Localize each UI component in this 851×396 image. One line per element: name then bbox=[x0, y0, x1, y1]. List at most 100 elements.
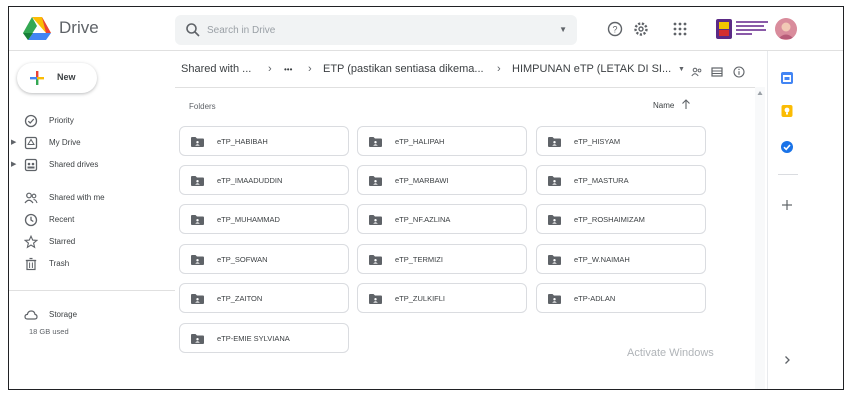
shared-folder-icon bbox=[369, 176, 382, 186]
search-bar[interactable]: ▼ bbox=[175, 15, 577, 45]
arrow-up-icon[interactable] bbox=[681, 98, 691, 110]
sidebar-item-label: Shared drives bbox=[49, 160, 99, 169]
university-logo[interactable] bbox=[716, 18, 772, 40]
trash-icon bbox=[25, 257, 37, 271]
sidebar-item-shared-with-me[interactable]: Shared with me bbox=[9, 187, 175, 209]
sidebar-item-my-drive[interactable]: ▶ My Drive bbox=[9, 132, 175, 154]
folder-item[interactable]: eTP_TERMIZI bbox=[357, 244, 527, 274]
sidebar-item-storage[interactable]: Storage bbox=[9, 304, 175, 326]
storage-used-text: 18 GB used bbox=[29, 327, 69, 336]
breadcrumb-item-etp[interactable]: ETP (pastikan sentiasa dikema... bbox=[323, 63, 484, 75]
scrollbar[interactable] bbox=[755, 87, 765, 389]
sidebar-item-label: Recent bbox=[49, 215, 75, 224]
chevron-down-icon[interactable]: ▼ bbox=[678, 66, 685, 73]
apps-grid-icon[interactable] bbox=[672, 21, 688, 37]
folder-item[interactable]: eTP_HISYAM bbox=[536, 126, 706, 156]
folder-item[interactable]: eTP_ZULKIFLI bbox=[357, 283, 527, 313]
shared-folder-icon bbox=[548, 137, 561, 147]
sidebar-item-starred[interactable]: Starred bbox=[9, 231, 175, 253]
app-name[interactable]: Drive bbox=[59, 18, 99, 38]
folder-item[interactable]: eTP-EMIE SYLVIANA bbox=[179, 323, 349, 353]
shared-folder-icon bbox=[369, 255, 382, 265]
breadcrumb-item-shared-with[interactable]: Shared with ... bbox=[181, 63, 251, 75]
folders-section-label: Folders bbox=[189, 102, 216, 111]
list-view-icon[interactable] bbox=[711, 66, 723, 78]
drive-logo-icon[interactable] bbox=[23, 16, 51, 40]
sidebar-item-label: Trash bbox=[49, 259, 70, 268]
chevron-right-icon: › bbox=[497, 63, 501, 75]
folder-item[interactable]: eTP_MUHAMMAD bbox=[179, 204, 349, 234]
folder-item[interactable]: eTP-ADLAN bbox=[536, 283, 706, 313]
shared-folder-icon bbox=[369, 215, 382, 225]
my-drive-icon bbox=[24, 136, 38, 150]
folder-name: eTP-ADLAN bbox=[574, 294, 616, 303]
caret-right-icon[interactable]: ▶ bbox=[11, 138, 16, 146]
breadcrumb-item-himpunan[interactable]: HIMPUNAN eTP (LETAK DI SI... bbox=[512, 63, 671, 75]
help-icon[interactable]: ? bbox=[607, 21, 623, 37]
header: Drive ▼ ? bbox=[9, 7, 843, 51]
sidebar-item-trash[interactable]: Trash bbox=[9, 253, 175, 275]
shared-folder-icon bbox=[191, 137, 204, 147]
sidebar-item-label: My Drive bbox=[49, 138, 81, 147]
sidebar-item-recent[interactable]: Recent bbox=[9, 209, 175, 231]
folder-item[interactable]: eTP_NF.AZLINA bbox=[357, 204, 527, 234]
search-icon[interactable] bbox=[185, 22, 201, 38]
sidebar-item-label: Storage bbox=[49, 310, 78, 319]
shared-folder-icon bbox=[369, 294, 382, 304]
shared-with-me-icon bbox=[24, 192, 38, 204]
shared-folder-icon bbox=[191, 215, 204, 225]
sidebar-item-label: Priority bbox=[49, 116, 74, 125]
scroll-up-icon[interactable] bbox=[757, 90, 763, 96]
folder-name: eTP_NF.AZLINA bbox=[395, 215, 451, 224]
shared-folder-icon bbox=[191, 294, 204, 304]
folder-item[interactable]: eTP_W.NAIMAH bbox=[536, 244, 706, 274]
keep-icon[interactable] bbox=[780, 104, 794, 118]
main-divider bbox=[175, 87, 755, 88]
folder-name: eTP_MARBAWI bbox=[395, 176, 449, 185]
folder-item[interactable]: eTP_HABIBAH bbox=[179, 126, 349, 156]
breadcrumb: Shared with ... › ••• › ETP (pastikan se… bbox=[9, 59, 749, 83]
sidebar-item-label: Shared with me bbox=[49, 193, 105, 202]
folder-name: eTP_W.NAIMAH bbox=[574, 255, 630, 264]
shared-folder-icon bbox=[691, 67, 702, 77]
search-options-icon[interactable]: ▼ bbox=[559, 25, 567, 34]
shared-drives-icon bbox=[24, 158, 38, 172]
shared-folder-icon bbox=[369, 137, 382, 147]
folder-item[interactable]: eTP_MASTURA bbox=[536, 165, 706, 195]
folder-item[interactable]: eTP_ROSHAIMIZAM bbox=[536, 204, 706, 234]
sidebar-item-label: Starred bbox=[49, 237, 76, 246]
shared-folder-icon bbox=[548, 294, 561, 304]
svg-text:?: ? bbox=[612, 25, 617, 35]
folder-name: eTP_SOFWAN bbox=[217, 255, 268, 264]
sidebar-divider bbox=[9, 290, 175, 291]
settings-icon[interactable] bbox=[633, 21, 649, 37]
folder-name: eTP_ZULKIFLI bbox=[395, 294, 446, 303]
plus-icon[interactable] bbox=[780, 198, 794, 212]
activate-windows-watermark: Activate Windows bbox=[627, 347, 714, 359]
shared-folder-icon bbox=[548, 176, 561, 186]
chevron-right-icon: › bbox=[308, 63, 312, 75]
info-icon[interactable] bbox=[733, 66, 745, 78]
tasks-icon[interactable] bbox=[780, 140, 794, 154]
folder-name: eTP_ZAITON bbox=[217, 294, 263, 303]
calendar-icon[interactable] bbox=[780, 71, 794, 85]
avatar[interactable] bbox=[775, 18, 797, 40]
caret-right-icon[interactable]: ▶ bbox=[11, 160, 16, 168]
drive-window: Drive ▼ ? bbox=[8, 6, 844, 390]
breadcrumb-more-button[interactable]: ••• bbox=[284, 65, 292, 74]
chevron-right-icon[interactable] bbox=[780, 353, 794, 367]
chevron-right-icon: › bbox=[268, 63, 272, 75]
search-input[interactable] bbox=[207, 15, 527, 45]
sidebar-item-shared-drives[interactable]: ▶ Shared drives bbox=[9, 154, 175, 176]
recent-icon bbox=[24, 213, 38, 227]
folder-item[interactable]: eTP_ZAITON bbox=[179, 283, 349, 313]
folder-item[interactable]: eTP_MARBAWI bbox=[357, 165, 527, 195]
sidebar-item-priority[interactable]: Priority bbox=[9, 110, 175, 132]
priority-icon bbox=[24, 114, 38, 128]
folder-item[interactable]: eTP_HALIPAH bbox=[357, 126, 527, 156]
folder-name: eTP_HALIPAH bbox=[395, 137, 445, 146]
sort-by-name-button[interactable]: Name bbox=[653, 101, 674, 110]
folder-item[interactable]: eTP_IMAADUDDIN bbox=[179, 165, 349, 195]
star-icon bbox=[24, 235, 38, 249]
folder-item[interactable]: eTP_SOFWAN bbox=[179, 244, 349, 274]
